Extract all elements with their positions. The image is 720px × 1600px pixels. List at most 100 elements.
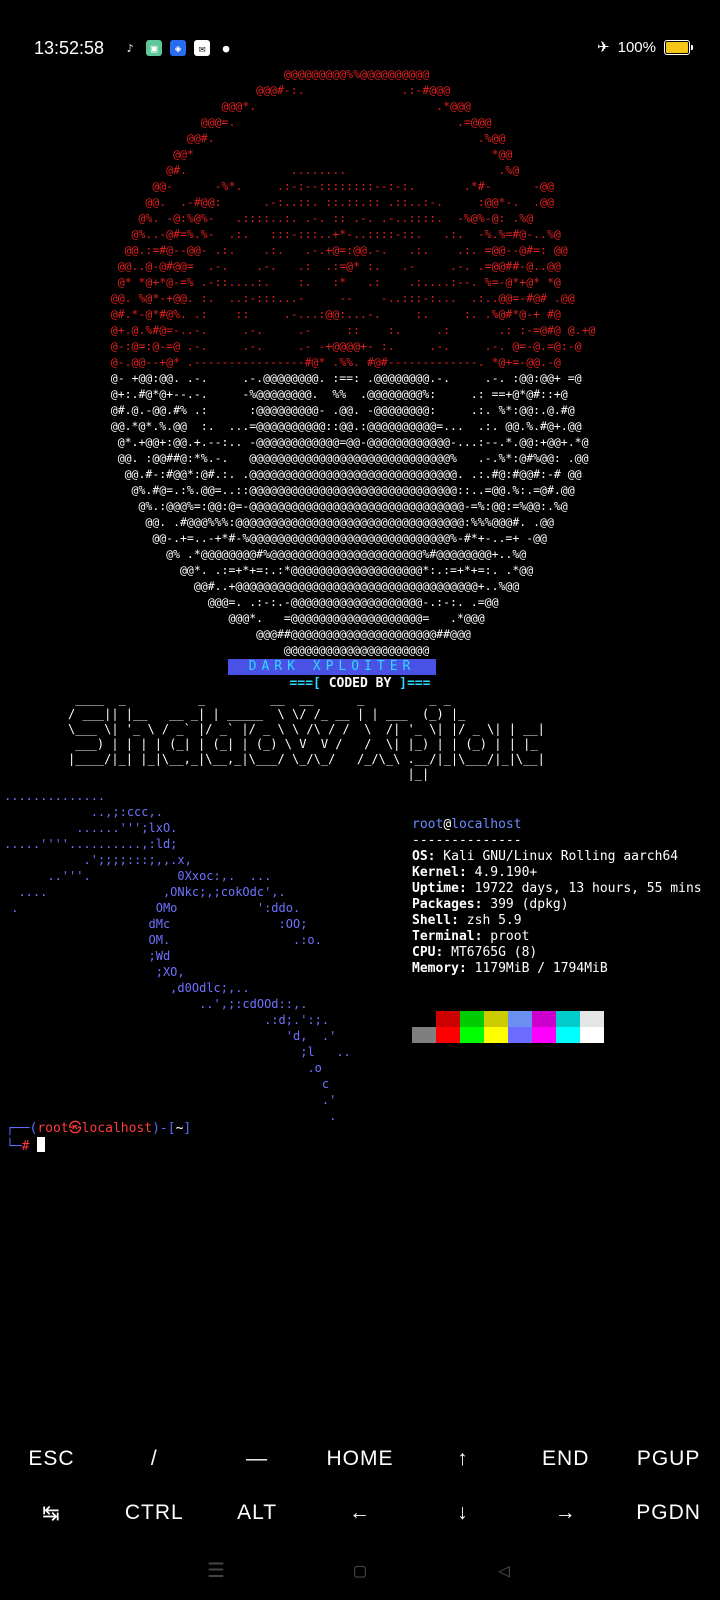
info-row: Terminal: proot bbox=[412, 929, 702, 945]
info-value: Kali GNU/Linux Rolling aarch64 bbox=[435, 849, 679, 864]
info-row: OS: Kali GNU/Linux Rolling aarch64 bbox=[412, 849, 702, 865]
info-key: Kernel: bbox=[412, 865, 467, 880]
color-swatch bbox=[508, 1027, 532, 1043]
banner-title: DARK XPLOITER bbox=[228, 659, 436, 675]
battery-percent: 100% bbox=[617, 38, 656, 56]
tiktok-icon: ♪ bbox=[126, 41, 134, 55]
coded-left: ===[ bbox=[289, 676, 329, 691]
color-swatch bbox=[436, 1011, 460, 1027]
kali-logo: .............. ..,;:ccc,. ......''';lxO.… bbox=[4, 789, 351, 1123]
extra-key[interactable]: PGUP bbox=[617, 1432, 720, 1486]
figlet-text: ____ _ _ __ __ _ _ _ / ___|| |__ __ _| |… bbox=[68, 692, 545, 781]
color-swatch bbox=[508, 1011, 532, 1027]
home-square-icon[interactable]: ▢ bbox=[348, 1558, 372, 1582]
extra-key[interactable]: — bbox=[206, 1432, 309, 1486]
prompt-host: localhost bbox=[81, 1121, 153, 1136]
info-user: root bbox=[412, 817, 444, 832]
extra-key[interactable]: ↓ bbox=[411, 1486, 514, 1540]
info-value: 1179MiB / 1794MiB bbox=[466, 961, 608, 976]
color-swatch bbox=[484, 1027, 508, 1043]
color-swatch bbox=[460, 1027, 484, 1043]
prompt-line-2: └─# bbox=[6, 1137, 191, 1155]
extra-keys-bar: ESC / — HOME ↑ END PGUP ↹ CTRL ALT ← ↓ → PGDN bbox=[0, 1432, 720, 1540]
info-row: CPU: MT6765G (8) bbox=[412, 945, 702, 961]
color-swatch bbox=[580, 1011, 604, 1027]
airplane-icon: ✈ bbox=[597, 39, 610, 56]
info-value: 399 (dpkg) bbox=[482, 897, 569, 912]
color-swatch bbox=[532, 1027, 556, 1043]
ascii-art-red: @@@@@@@@@%%@@@@@@@@@@ @@@#-:. .:-#@@@ @@… bbox=[110, 67, 596, 369]
color-swatch bbox=[484, 1011, 508, 1027]
coded-right: ]=== bbox=[391, 676, 431, 691]
notification-icons: ♪ ▣ ◈ ✉ ● bbox=[122, 40, 234, 56]
extra-key[interactable]: ↑ bbox=[411, 1432, 514, 1486]
color-swatch bbox=[436, 1027, 460, 1043]
info-at: @ bbox=[443, 817, 452, 832]
system-nav-bar: ☰ ▢ ◁ bbox=[0, 1545, 720, 1595]
extra-key[interactable]: ESC bbox=[0, 1432, 103, 1486]
info-row: Memory: 1179MiB / 1794MiB bbox=[412, 961, 702, 977]
extra-keys-row-2: ↹ CTRL ALT ← ↓ → PGDN bbox=[0, 1486, 720, 1540]
back-triangle-icon[interactable]: ◁ bbox=[492, 1558, 516, 1582]
prompt-skull: ㉿ bbox=[68, 1121, 82, 1136]
extra-key[interactable]: → bbox=[514, 1486, 617, 1540]
color-swatch bbox=[580, 1027, 604, 1043]
color-palette bbox=[412, 1011, 604, 1043]
info-value: proot bbox=[482, 929, 530, 944]
info-row: Shell: zsh 5.9 bbox=[412, 913, 702, 929]
app-icon: ▣ bbox=[146, 40, 162, 56]
extra-keys-row-1: ESC / — HOME ↑ END PGUP bbox=[0, 1432, 720, 1486]
coded-mid: CODED BY bbox=[328, 676, 392, 691]
dot-icon: ● bbox=[222, 41, 230, 55]
info-value: MT6765G (8) bbox=[443, 945, 538, 960]
extra-key[interactable]: ↹ bbox=[0, 1486, 103, 1540]
extra-key[interactable]: CTRL bbox=[103, 1486, 206, 1540]
info-key: Terminal: bbox=[412, 929, 483, 944]
extra-key[interactable]: END bbox=[514, 1432, 617, 1486]
extra-key[interactable]: ALT bbox=[206, 1486, 309, 1540]
prompt-user: root bbox=[37, 1121, 69, 1136]
color-swatch bbox=[532, 1011, 556, 1027]
prompt-prefix-2: └─ bbox=[6, 1139, 22, 1154]
info-row: Uptime: 19722 days, 13 hours, 55 mins bbox=[412, 881, 702, 897]
text-cursor[interactable] bbox=[37, 1137, 46, 1152]
info-key: Uptime: bbox=[412, 881, 467, 896]
info-key: CPU: bbox=[412, 945, 444, 960]
color-swatch bbox=[412, 1027, 436, 1043]
status-right: ✈ 100% bbox=[597, 38, 693, 56]
info-key: OS: bbox=[412, 849, 436, 864]
extra-key[interactable]: PGDN bbox=[617, 1486, 720, 1540]
info-row: Kernel: 4.9.190+ bbox=[412, 865, 702, 881]
extra-key[interactable]: ← bbox=[309, 1486, 412, 1540]
info-fields: OS: Kali GNU/Linux Rolling aarch64 Kernel… bbox=[412, 849, 702, 977]
color-swatch bbox=[556, 1011, 580, 1027]
prompt-mid: )-[ bbox=[152, 1121, 176, 1136]
user-host: root@localhost bbox=[412, 817, 702, 833]
system-info: root@localhost -------------- OS: Kali G… bbox=[412, 817, 702, 977]
extra-key[interactable]: / bbox=[103, 1432, 206, 1486]
prompt-line-1: ┌──(root㉿localhost)-[~] bbox=[6, 1121, 191, 1137]
prompt-hash: # bbox=[21, 1139, 30, 1154]
battery-icon bbox=[664, 39, 693, 55]
info-separator: -------------- bbox=[412, 833, 522, 848]
info-value: zsh 5.9 bbox=[458, 913, 522, 928]
info-value: 4.9.190+ bbox=[466, 865, 538, 880]
color-swatch bbox=[460, 1011, 484, 1027]
status-time: 13:52:58 bbox=[34, 38, 105, 58]
info-key: Shell: bbox=[412, 913, 459, 928]
info-key: Packages: bbox=[412, 897, 483, 912]
info-value: 19722 days, 13 hours, 55 mins bbox=[466, 881, 702, 896]
mail-icon: ✉ bbox=[194, 40, 210, 56]
shield-icon: ◈ bbox=[170, 40, 186, 56]
prompt-prefix: ┌──( bbox=[6, 1121, 38, 1136]
info-key: Memory: bbox=[412, 961, 467, 976]
color-swatch bbox=[412, 1011, 436, 1027]
menu-icon[interactable]: ☰ bbox=[204, 1558, 228, 1582]
extra-key[interactable]: HOME bbox=[309, 1432, 412, 1486]
ascii-art-white: @- +@@:@@. .-. .-.@@@@@@@@. :==: .@@@@@@… bbox=[110, 371, 589, 657]
ascii-art: @@@@@@@@@%%@@@@@@@@@@ @@@#-:. .:-#@@@ @@… bbox=[0, 66, 720, 658]
shell-prompt[interactable]: ┌──(root㉿localhost)-[~] └─# bbox=[6, 1121, 191, 1155]
color-swatch bbox=[556, 1027, 580, 1043]
info-host: localhost bbox=[451, 817, 522, 832]
info-row: Packages: 399 (dpkg) bbox=[412, 897, 702, 913]
